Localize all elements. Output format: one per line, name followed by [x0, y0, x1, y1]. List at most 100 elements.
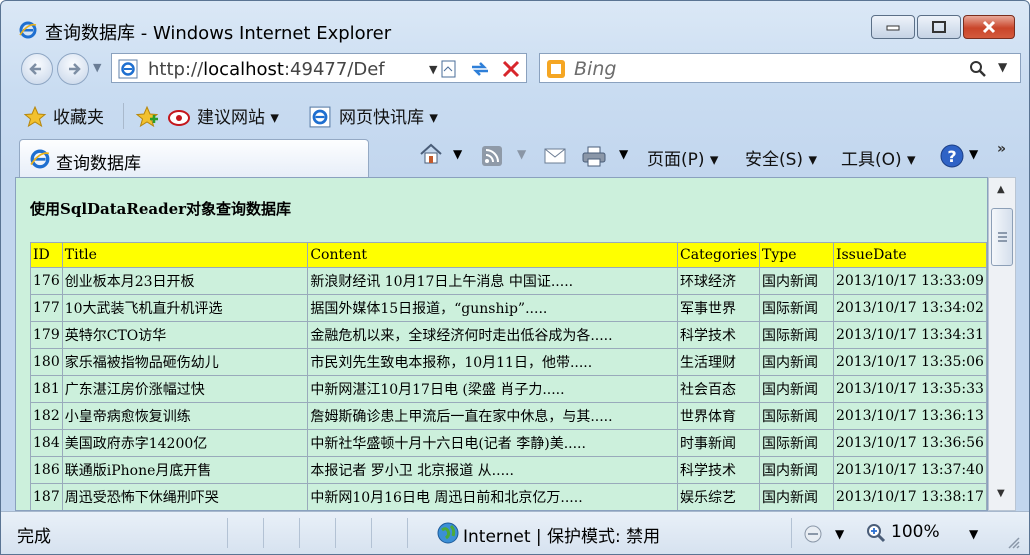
page-heading: 使用SqlDataReader对象查询数据库 — [30, 200, 292, 218]
cell-issuedate: 2013/10/17 13:35:06 — [832, 348, 987, 376]
maximize-button[interactable] — [917, 15, 961, 39]
address-bar[interactable]: http://localhost:49477/Def — [111, 53, 527, 83]
favorites-button[interactable]: 收藏夹 — [53, 103, 104, 128]
home-dropdown-icon[interactable]: ▼ — [453, 147, 462, 161]
zoom-level[interactable]: 100% — [891, 522, 940, 542]
suggested-sites-link[interactable]: 建议网站 ▾ — [197, 103, 279, 128]
cell-title: 周迅受恐怖下休绳刑吓哭 — [61, 483, 309, 510]
help-icon[interactable]: ? — [939, 143, 965, 169]
window-controls — [869, 15, 1015, 39]
scroll-down-icon[interactable]: ▼ — [997, 488, 1005, 499]
page-content: 使用SqlDataReader对象查询数据库 ID Title Content … — [15, 177, 988, 511]
cell-id: 177 — [30, 294, 63, 322]
table-row: 176 创业板本月23日开板 新浪财经讯 10月17日上午消息 中国证.....… — [30, 267, 987, 295]
cell-issuedate: 2013/10/17 13:34:02 — [832, 294, 987, 322]
scroll-up-icon[interactable]: ▲ — [997, 184, 1005, 195]
refresh-icon[interactable] — [469, 59, 491, 79]
home-icon[interactable] — [419, 143, 443, 165]
cell-type: 国内新闻 — [759, 267, 834, 295]
zone-dropdown-icon[interactable]: ▼ — [835, 527, 844, 541]
security-zone[interactable]: Internet | 保护模式: 禁用 — [463, 522, 660, 547]
cell-category: 科学技术 — [677, 456, 761, 484]
maximize-icon — [932, 21, 946, 33]
cell-content: 詹姆斯确诊患上甲流后一直在家中休息，与其..... — [307, 402, 679, 430]
safety-menu[interactable]: 安全(S) ▾ — [745, 145, 817, 170]
window-title: 查询数据库 - Windows Internet Explorer — [45, 23, 392, 44]
tab-title: 查询数据库 — [56, 154, 141, 174]
cell-id: 184 — [30, 429, 63, 457]
cell-id: 186 — [30, 456, 63, 484]
cell-type: 国际新闻 — [759, 402, 834, 430]
stop-icon[interactable] — [501, 59, 521, 79]
status-divider — [371, 518, 372, 548]
cell-type: 国内新闻 — [759, 375, 834, 403]
cell-category: 时事新闻 — [677, 429, 761, 457]
navigation-bar: ▼ http://localhost:49477/Def ▼ Bing ▼ — [1, 49, 1029, 91]
zoom-dropdown-icon[interactable]: ▼ — [969, 527, 978, 541]
feeds-dropdown-icon[interactable]: ▼ — [517, 147, 526, 161]
cell-category: 娱乐综艺 — [677, 483, 761, 510]
status-bar: 完成 Internet | 保护模式: 禁用 ▼ 100% ▼ — [1, 511, 1029, 554]
search-options-icon[interactable]: ▼ — [998, 60, 1007, 74]
suggested-sites-icon — [168, 110, 190, 126]
address-dropdown-icon[interactable]: ▼ — [429, 63, 437, 76]
cell-issuedate: 2013/10/17 13:34:31 — [832, 321, 987, 349]
protected-mode-icon[interactable] — [801, 524, 825, 544]
search-icon[interactable] — [968, 59, 988, 79]
ie-logo-icon — [19, 21, 37, 39]
web-slice-gallery-link[interactable]: 网页快讯库 ▾ — [339, 103, 438, 128]
vertical-scrollbar[interactable]: ▲ ▼ — [988, 177, 1016, 511]
column-header-type: Type — [759, 242, 834, 268]
table-row: 187 周迅受恐怖下休绳刑吓哭 中新网10月16日电 周迅日前和北京亿万....… — [30, 483, 987, 510]
tab-query-database[interactable]: 查询数据库 — [19, 139, 369, 177]
cell-title: 英特尔CTO访华 — [61, 321, 309, 349]
cell-issuedate: 2013/10/17 13:38:17 — [832, 483, 987, 510]
search-box[interactable]: Bing ▼ — [539, 53, 1021, 83]
cell-type: 国内新闻 — [759, 348, 834, 376]
title-bar: 查询数据库 - Windows Internet Explorer — [1, 1, 1029, 45]
status-divider — [335, 518, 336, 548]
print-dropdown-icon[interactable]: ▼ — [619, 147, 628, 161]
scrollbar-thumb[interactable] — [991, 208, 1013, 266]
print-icon[interactable] — [581, 145, 607, 167]
web-slice-icon — [309, 106, 331, 128]
tools-menu[interactable]: 工具(O) ▾ — [841, 145, 916, 170]
page-menu[interactable]: 页面(P) ▾ — [647, 145, 718, 170]
help-dropdown-icon[interactable]: ▼ — [969, 147, 978, 161]
column-header-categories: Categories — [677, 242, 761, 268]
cell-id: 181 — [30, 375, 63, 403]
cell-category: 军事世界 — [677, 294, 761, 322]
star-icon — [23, 105, 47, 128]
compatibility-view-icon[interactable] — [439, 59, 459, 79]
cell-issuedate: 2013/10/17 13:33:09 — [832, 267, 987, 295]
cell-type: 国际新闻 — [759, 294, 834, 322]
cell-category: 社会百态 — [677, 375, 761, 403]
chevron-more-icon[interactable]: » — [997, 141, 1006, 157]
zoom-icon[interactable] — [865, 522, 887, 544]
add-favorite-icon[interactable] — [135, 105, 159, 129]
table-row: 177 10大武装飞机直升机评选 据国外媒体15日报道，“gunship”...… — [30, 294, 987, 322]
bing-icon — [547, 60, 565, 78]
table-row: 182 小皇帝病愈恢复训练 詹姆斯确诊患上甲流后一直在家中休息，与其..... … — [30, 402, 987, 430]
feeds-icon[interactable] — [481, 145, 503, 167]
minimize-button[interactable] — [871, 15, 915, 39]
search-placeholder: Bing — [574, 58, 617, 80]
history-dropdown-icon[interactable]: ▼ — [93, 61, 101, 74]
cell-type: 国际新闻 — [759, 321, 834, 349]
status-text: 完成 — [17, 527, 51, 547]
resize-grip-icon[interactable] — [1005, 534, 1021, 550]
cell-issuedate: 2013/10/17 13:36:13 — [832, 402, 987, 430]
column-header-content: Content — [307, 242, 679, 268]
forward-button[interactable] — [57, 53, 89, 85]
cell-id: 179 — [30, 321, 63, 349]
cell-category: 世界体育 — [677, 402, 761, 430]
close-button[interactable] — [963, 15, 1015, 39]
favorites-bar: 收藏夹 建议网站 ▾ 网页快讯库 ▾ — [1, 97, 1029, 135]
read-mail-icon[interactable] — [543, 147, 567, 165]
back-button[interactable] — [21, 53, 53, 85]
cell-title: 10大武装飞机直升机评选 — [61, 294, 309, 322]
cell-content: 中新网湛江10月17日电 (梁盛 肖子力..... — [307, 375, 679, 403]
cell-title: 美国政府赤字14200亿 — [61, 429, 309, 457]
url-rest: :49477/Def — [283, 59, 385, 80]
cell-category: 科学技术 — [677, 321, 761, 349]
